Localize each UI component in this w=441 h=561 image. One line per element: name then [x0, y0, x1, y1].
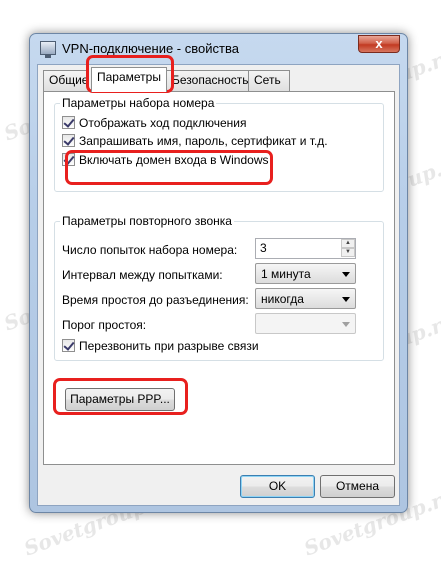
redial-attempts-spinner[interactable]: 3 ▲ ▼: [255, 238, 356, 259]
checkbox-box[interactable]: [62, 153, 75, 166]
network-connection-icon: [40, 41, 56, 58]
properties-dialog: VPN-подключение - свойства x Общие Парам…: [29, 33, 408, 513]
idle-threshold-label: Порог простоя:: [62, 318, 147, 332]
checkbox-box[interactable]: [62, 116, 75, 129]
idle-threshold-select: [255, 313, 356, 334]
checkbox-box[interactable]: [62, 339, 75, 352]
redial-on-drop-checkbox[interactable]: Перезвонить при разрыве связи: [62, 339, 259, 355]
redial-attempts-value[interactable]: 3: [260, 241, 267, 255]
chevron-down-icon[interactable]: [342, 272, 350, 277]
tab-parameters[interactable]: Параметры: [91, 67, 167, 92]
show-progress-checkbox[interactable]: Отображать ход подключения: [62, 116, 247, 132]
checkbox-box[interactable]: [62, 134, 75, 147]
window-title: VPN-подключение - свойства: [62, 41, 239, 56]
spin-up-icon[interactable]: ▲: [341, 239, 355, 248]
tab-general[interactable]: Общие: [43, 70, 89, 91]
redial-interval-select[interactable]: 1 минута: [255, 263, 356, 284]
ok-button[interactable]: OK: [240, 475, 315, 498]
redial-attempts-label: Число попыток набора номера:: [62, 243, 238, 257]
chevron-down-icon: [342, 322, 350, 327]
close-button[interactable]: x: [358, 35, 400, 53]
checkbox-label: Включать домен входа в Windows: [79, 153, 269, 167]
spin-down-icon[interactable]: ▼: [341, 248, 355, 257]
include-windows-domain-checkbox[interactable]: Включать домен входа в Windows: [62, 153, 268, 169]
ppp-settings-button[interactable]: Параметры PPP...: [65, 388, 175, 411]
prompt-credentials-checkbox[interactable]: Запрашивать имя, пароль, сертификат и т.…: [62, 134, 328, 150]
idle-time-label: Время простоя до разъединения:: [62, 293, 249, 307]
title-bar[interactable]: VPN-подключение - свойства x: [30, 34, 407, 64]
cancel-button[interactable]: Отмена: [320, 475, 395, 498]
tab-security[interactable]: Безопасность: [166, 70, 249, 91]
group-legend: Параметры повторного звонка: [60, 214, 234, 228]
select-value: никогда: [261, 292, 304, 306]
checkbox-label: Отображать ход подключения: [79, 116, 247, 130]
idle-time-select[interactable]: никогда: [255, 288, 356, 309]
tab-panel-parameters: Параметры набора номера Отображать ход п…: [43, 91, 395, 465]
tab-network[interactable]: Сеть: [248, 70, 290, 91]
chevron-down-icon[interactable]: [342, 297, 350, 302]
select-value: 1 минута: [261, 267, 311, 281]
redial-interval-label: Интервал между попытками:: [62, 268, 223, 282]
checkbox-label: Перезвонить при разрыве связи: [79, 339, 259, 353]
group-legend: Параметры набора номера: [60, 96, 217, 110]
checkbox-label: Запрашивать имя, пароль, сертификат и т.…: [79, 134, 328, 148]
dialog-client-area: Общие Параметры Безопасность Сеть Параме…: [37, 64, 400, 506]
